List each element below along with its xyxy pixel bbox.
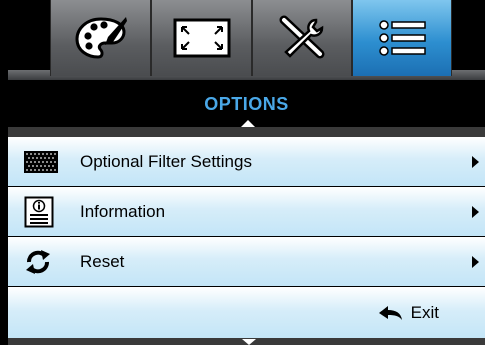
tools-icon xyxy=(279,15,325,59)
chevron-right-icon xyxy=(472,205,479,218)
menu-header: OPTIONS xyxy=(8,80,485,132)
exit-button[interactable]: Exit xyxy=(378,303,439,323)
information-icon xyxy=(24,196,54,227)
menu-item-reset[interactable]: Reset xyxy=(8,237,485,287)
tab-options[interactable] xyxy=(352,0,452,76)
menu-item-label: Information xyxy=(80,201,166,221)
palette-icon xyxy=(74,17,127,59)
reset-icon xyxy=(26,249,50,274)
scroll-up-indicator[interactable] xyxy=(241,120,255,127)
tab-picture[interactable] xyxy=(50,0,151,76)
menu-item-label: Reset xyxy=(80,251,125,271)
menu-tab-bar xyxy=(0,0,485,80)
menu-item-label: Optional Filter Settings xyxy=(80,151,252,171)
chevron-right-icon xyxy=(472,155,479,168)
options-menu: Optional Filter Settings Information Res… xyxy=(8,137,485,339)
tab-setup[interactable] xyxy=(252,0,352,76)
exit-row: Exit xyxy=(8,287,485,339)
header-divider xyxy=(8,127,485,137)
back-arrow-icon xyxy=(378,306,402,320)
page-title: OPTIONS xyxy=(204,94,289,114)
scroll-down-indicator[interactable] xyxy=(242,339,256,345)
menu-item-information[interactable]: Information xyxy=(8,187,485,237)
tab-display[interactable] xyxy=(151,0,252,76)
menu-item-optional-filter-settings[interactable]: Optional Filter Settings xyxy=(8,137,485,187)
exit-label: Exit xyxy=(410,303,439,322)
display-size-icon xyxy=(173,18,230,58)
chevron-right-icon xyxy=(472,255,479,268)
filter-icon xyxy=(24,150,58,173)
options-list-icon xyxy=(379,20,426,56)
